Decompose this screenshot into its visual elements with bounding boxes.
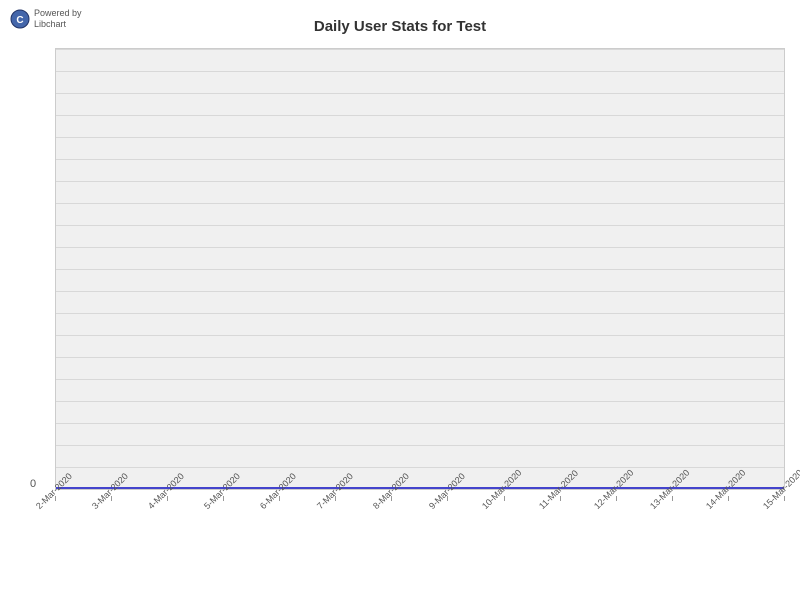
x-tick: 15-Mar-2020 [784,496,785,514]
grid-line [56,159,784,160]
grid-line [56,357,784,358]
grid-lines [56,49,784,489]
grid-line [56,71,784,72]
chart-title: Daily User Stats for Test [0,18,800,35]
grid-line [56,49,784,50]
x-tick: 5-Mar-2020 [223,496,224,514]
x-tick: 11-Mar-2020 [560,496,561,514]
x-tick: 9-Mar-2020 [447,496,448,514]
grid-line [56,247,784,248]
x-tick-line [504,496,505,501]
grid-line [56,137,784,138]
y-axis-zero: 0 [30,478,36,490]
x-axis: 2-Mar-2020 3-Mar-2020 4-Mar-2020 5-Mar-2020… [55,490,785,600]
grid-line [56,93,784,94]
x-tick-line [784,496,785,501]
grid-line [56,203,784,204]
grid-line [56,291,784,292]
x-tick-line [560,496,561,501]
grid-line [56,269,784,270]
x-tick: 14-Mar-2020 [728,496,729,514]
x-tick: 4-Mar-2020 [167,496,168,514]
x-tick: 13-Mar-2020 [672,496,673,514]
grid-line [56,225,784,226]
grid-line [56,467,784,468]
grid-line [56,401,784,402]
x-tick: 2-Mar-2020 [55,496,56,514]
x-tick: 6-Mar-2020 [279,496,280,514]
grid-line [56,313,784,314]
x-tick: 8-Mar-2020 [391,496,392,514]
x-tick: 7-Mar-2020 [335,496,336,514]
grid-line [56,181,784,182]
x-tick-line [728,496,729,501]
grid-line [56,115,784,116]
grid-line [56,379,784,380]
x-tick-line [672,496,673,501]
chart-area [55,48,785,490]
grid-line [56,423,784,424]
x-tick: 3-Mar-2020 [111,496,112,514]
grid-line [56,335,784,336]
chart-container: C Powered by Libchart Daily User Stats f… [0,0,800,600]
x-tick-line [616,496,617,501]
x-tick: 10-Mar-2020 [504,496,505,514]
grid-line [56,445,784,446]
x-tick: 12-Mar-2020 [616,496,617,514]
